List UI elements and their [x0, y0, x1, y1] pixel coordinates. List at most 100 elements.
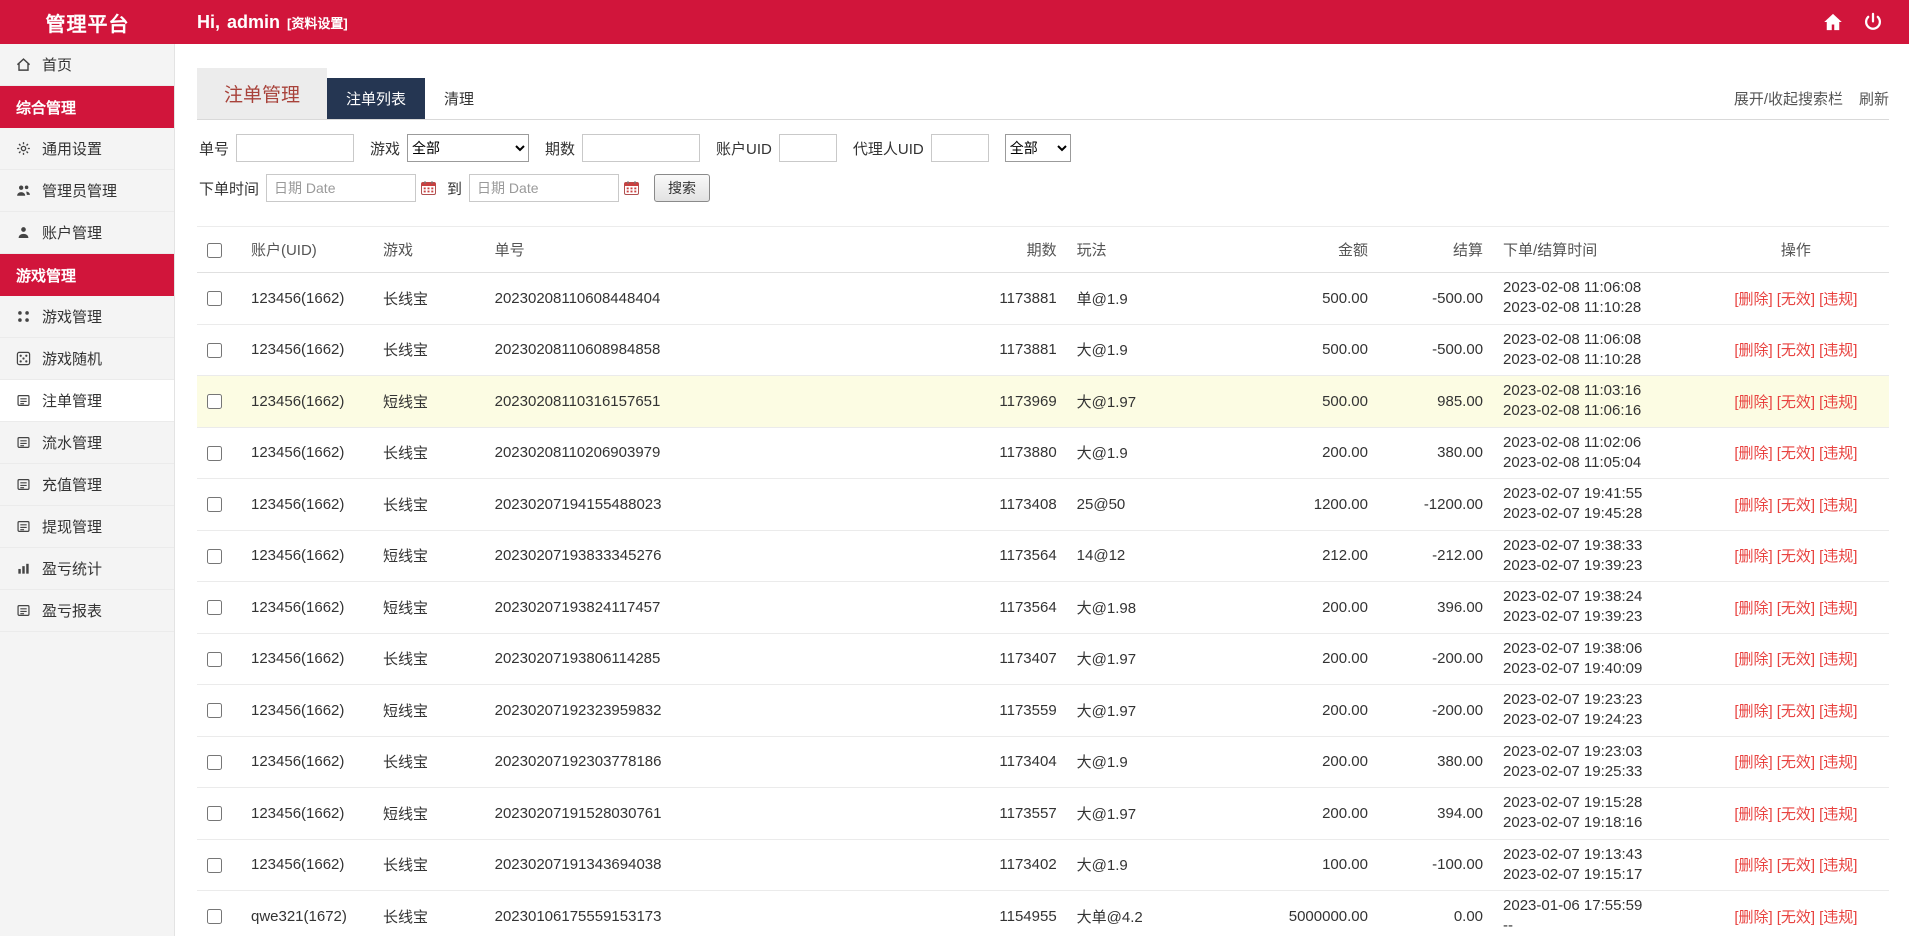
games-icon — [16, 309, 31, 324]
sidebar-item[interactable]: 账户管理 — [0, 212, 174, 254]
end-date-input[interactable] — [469, 174, 620, 202]
sidebar-item-label: 盈亏统计 — [42, 561, 103, 578]
status-select[interactable]: 全部 — [1004, 134, 1071, 162]
agent-uid-input[interactable] — [930, 134, 989, 162]
toggle-search-link[interactable]: 展开/收起搜索栏 — [1734, 88, 1843, 109]
invalid-link[interactable]: [无效] — [1777, 394, 1815, 411]
sidebar-item[interactable]: 盈亏报表 — [0, 590, 174, 632]
account-uid-input[interactable] — [778, 134, 837, 162]
sidebar-item[interactable]: 注单管理 — [0, 380, 174, 422]
delete-link[interactable]: [删除] — [1734, 291, 1772, 308]
invalid-link[interactable]: [无效] — [1777, 651, 1815, 668]
violation-link[interactable]: [违规] — [1819, 703, 1857, 720]
invalid-link[interactable]: [无效] — [1777, 600, 1815, 617]
game-select[interactable]: 全部 — [407, 134, 530, 162]
violation-link[interactable]: [违规] — [1819, 857, 1857, 874]
row-checkbox[interactable] — [207, 909, 222, 925]
row-checkbox[interactable] — [207, 806, 222, 822]
row-checkbox[interactable] — [207, 857, 222, 873]
period-input[interactable] — [582, 134, 701, 162]
violation-link[interactable]: [违规] — [1819, 754, 1857, 771]
violation-link[interactable]: [违规] — [1819, 342, 1857, 359]
delete-link[interactable]: [删除] — [1734, 445, 1772, 462]
refresh-link[interactable]: 刷新 — [1859, 88, 1889, 109]
sidebar-section[interactable]: 游戏管理 — [0, 254, 174, 296]
violation-link[interactable]: [违规] — [1819, 445, 1857, 462]
delete-link[interactable]: [删除] — [1734, 342, 1772, 359]
cell-order-no: 20230106175559153173 — [484, 890, 962, 936]
delete-link[interactable]: [删除] — [1734, 600, 1772, 617]
sidebar-item[interactable]: 充值管理 — [0, 464, 174, 506]
violation-link[interactable]: [违规] — [1819, 548, 1857, 565]
settle-time: 2023-02-08 11:10:28 — [1503, 350, 1642, 368]
delete-link[interactable]: [删除] — [1734, 548, 1772, 565]
invalid-link[interactable]: [无效] — [1777, 909, 1815, 926]
table-row: 123456(1662) 长线宝 20230208110206903979 11… — [197, 427, 1889, 479]
delete-link[interactable]: [删除] — [1734, 909, 1772, 926]
sidebar-item[interactable]: 盈亏统计 — [0, 548, 174, 590]
sidebar-item[interactable]: 游戏随机 — [0, 338, 174, 380]
violation-link[interactable]: [违规] — [1819, 806, 1857, 823]
invalid-link[interactable]: [无效] — [1777, 342, 1815, 359]
row-checkbox[interactable] — [207, 291, 222, 307]
select-all-checkbox[interactable] — [207, 242, 222, 258]
invalid-link[interactable]: [无效] — [1777, 291, 1815, 308]
row-checkbox[interactable] — [207, 651, 222, 667]
row-checkbox[interactable] — [207, 342, 222, 358]
invalid-link[interactable]: [无效] — [1777, 857, 1815, 874]
order-time: 2023-02-08 11:03:16 — [1503, 382, 1642, 399]
row-checkbox[interactable] — [207, 703, 222, 719]
sidebar-item[interactable]: 通用设置 — [0, 128, 174, 170]
delete-link[interactable]: [删除] — [1734, 703, 1772, 720]
row-checkbox[interactable] — [207, 497, 222, 513]
delete-link[interactable]: [删除] — [1734, 806, 1772, 823]
row-checkbox[interactable] — [207, 445, 222, 461]
tab[interactable]: 注单列表 — [327, 78, 426, 119]
sidebar-item[interactable]: 游戏管理 — [0, 296, 174, 338]
col-time: 下单/结算时间 — [1493, 226, 1703, 273]
delete-link[interactable]: [删除] — [1734, 857, 1772, 874]
order-no-input[interactable] — [236, 134, 355, 162]
cell-play: 25@50 — [1066, 478, 1240, 531]
tab[interactable]: 清理 — [425, 78, 493, 119]
profile-settings-link[interactable]: [资料设置] — [287, 13, 348, 32]
settle-time: -- — [1503, 917, 1514, 935]
power-icon[interactable] — [1863, 12, 1883, 32]
sidebar-item-label: 提现管理 — [42, 519, 103, 536]
sidebar-item[interactable]: 首页 — [0, 44, 174, 86]
page-title: 注单管理 — [197, 68, 328, 119]
row-checkbox[interactable] — [207, 600, 222, 616]
home-icon[interactable] — [1823, 12, 1843, 32]
delete-link[interactable]: [删除] — [1734, 651, 1772, 668]
invalid-link[interactable]: [无效] — [1777, 548, 1815, 565]
calendar-icon[interactable] — [623, 180, 640, 196]
random-icon — [16, 351, 31, 366]
sidebar-item[interactable]: 提现管理 — [0, 506, 174, 548]
violation-link[interactable]: [违规] — [1819, 909, 1857, 926]
invalid-link[interactable]: [无效] — [1777, 703, 1815, 720]
invalid-link[interactable]: [无效] — [1777, 806, 1815, 823]
violation-link[interactable]: [违规] — [1819, 651, 1857, 668]
violation-link[interactable]: [违规] — [1819, 497, 1857, 514]
invalid-link[interactable]: [无效] — [1777, 445, 1815, 462]
violation-link[interactable]: [违规] — [1819, 291, 1857, 308]
cell-time: 2023-02-08 11:03:16 2023-02-08 11:06:16 — [1493, 375, 1703, 428]
sidebar-section[interactable]: 综合管理 — [0, 86, 174, 128]
calendar-icon[interactable] — [420, 180, 437, 196]
delete-link[interactable]: [删除] — [1734, 394, 1772, 411]
sidebar-item[interactable]: 管理员管理 — [0, 170, 174, 212]
row-checkbox[interactable] — [207, 394, 222, 410]
delete-link[interactable]: [删除] — [1734, 754, 1772, 771]
row-checkbox[interactable] — [207, 754, 222, 770]
order-time: 2023-01-06 17:55:59 — [1503, 897, 1643, 914]
table-row: 123456(1662) 长线宝 20230207193806114285 11… — [197, 633, 1889, 685]
violation-link[interactable]: [违规] — [1819, 600, 1857, 617]
sidebar-item[interactable]: 流水管理 — [0, 422, 174, 464]
search-button[interactable]: 搜索 — [654, 174, 711, 202]
invalid-link[interactable]: [无效] — [1777, 497, 1815, 514]
violation-link[interactable]: [违规] — [1819, 394, 1857, 411]
start-date-input[interactable] — [266, 174, 417, 202]
row-checkbox[interactable] — [207, 548, 222, 564]
invalid-link[interactable]: [无效] — [1777, 754, 1815, 771]
delete-link[interactable]: [删除] — [1734, 497, 1772, 514]
